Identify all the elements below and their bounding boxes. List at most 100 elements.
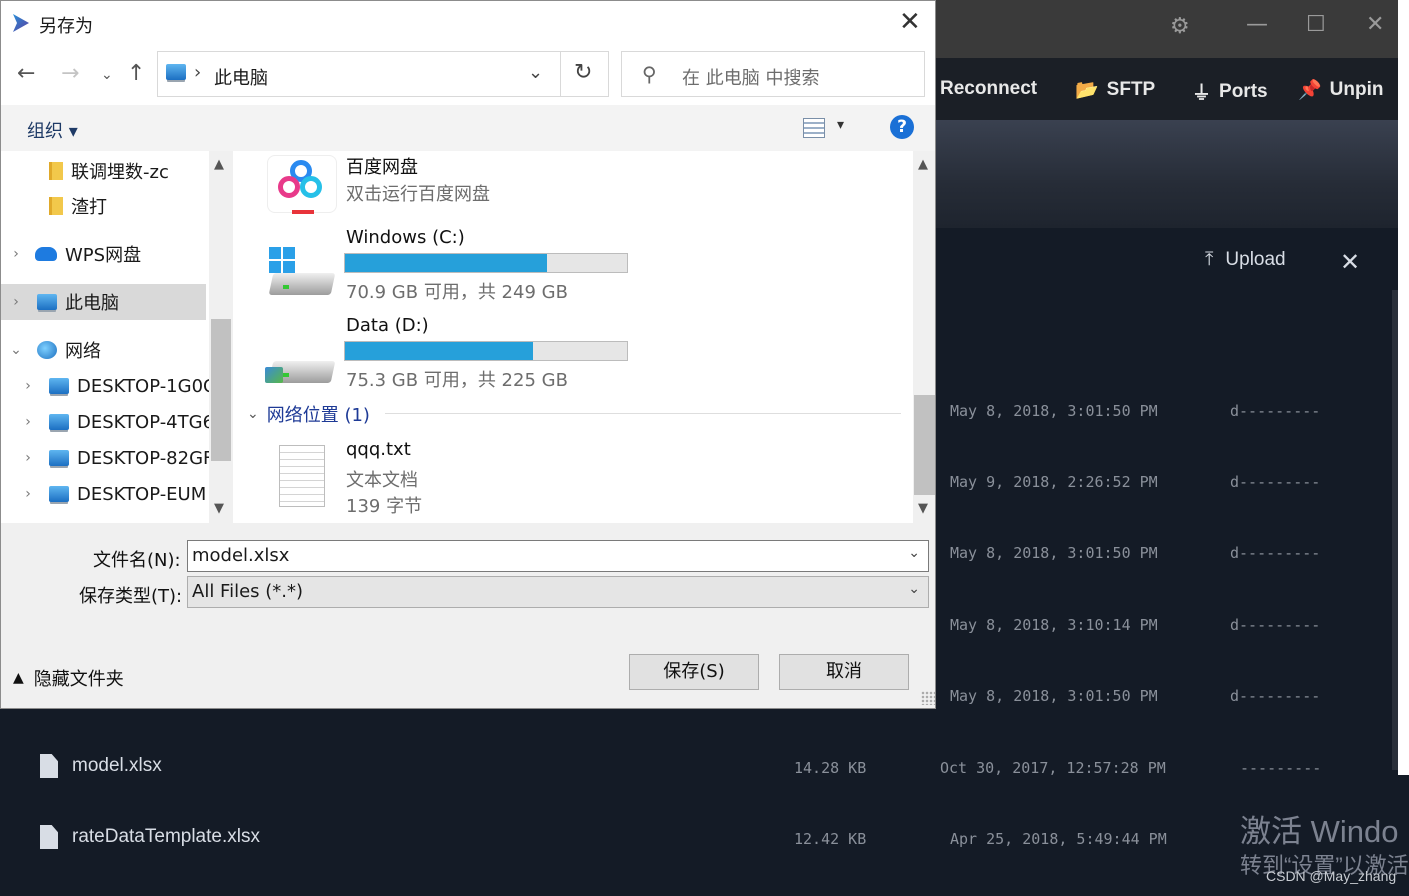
maximize-icon[interactable]: ☐	[1306, 12, 1326, 37]
group-label: 网络位置 (1)	[266, 405, 370, 426]
folder-icon	[49, 162, 63, 180]
expand-chevron-icon[interactable]: ›	[5, 294, 27, 310]
settings-gear-icon[interactable]: ⚙	[1170, 14, 1190, 39]
refresh-icon[interactable]: ↻	[574, 60, 592, 85]
row-perm: d---------	[1230, 402, 1321, 420]
resize-grip-icon[interactable]	[921, 691, 935, 705]
file-icon	[40, 754, 58, 778]
breadcrumb-separator: ›	[194, 62, 202, 83]
chevron-up-icon: ▲	[13, 670, 24, 686]
organize-menu-button[interactable]: 组织 ▾	[27, 117, 78, 143]
network-icon	[37, 341, 57, 359]
content-scroll-thumb[interactable]	[914, 395, 935, 495]
upload-label: Upload	[1225, 249, 1286, 270]
collapse-chevron-icon[interactable]: ⌄	[5, 342, 27, 358]
ports-label: Ports	[1219, 80, 1268, 102]
scroll-up-arrow-icon[interactable]: ▲	[214, 157, 224, 172]
nav-item-network[interactable]: ⌄ 网络	[5, 332, 101, 368]
nav-item-network-pc[interactable]: › DESKTOP-EUM	[17, 476, 206, 512]
ports-button[interactable]: ⏚ Ports	[1192, 78, 1268, 105]
computer-icon	[49, 486, 69, 502]
scroll-down-arrow-icon[interactable]: ▼	[214, 501, 224, 516]
reconnect-button[interactable]: Reconnect	[940, 78, 1037, 100]
save-as-dialog: 另存为 ✕ ← → ⌄ ↑ › 此电脑 ⌄ ↻ ⚲ 在 此电脑 中搜索 组织 ▾…	[0, 0, 936, 709]
expand-chevron-icon[interactable]: ›	[17, 378, 39, 394]
computer-icon	[49, 414, 69, 430]
filetype-value: All Files (*.*)	[192, 581, 304, 602]
close-sftp-panel-icon[interactable]: ✕	[1340, 248, 1360, 276]
sftp-label: SFTP	[1106, 79, 1156, 100]
computer-icon	[166, 64, 186, 80]
row-date: May 8, 2018, 3:01:50 PM	[950, 544, 1158, 562]
drive-name[interactable]: Windows (C:)	[346, 227, 465, 248]
file-name[interactable]: qqq.txt	[346, 439, 411, 460]
hide-folders-toggle[interactable]: ▲ 隐藏文件夹	[13, 665, 124, 691]
expand-chevron-icon[interactable]: ›	[5, 246, 27, 262]
hide-folders-label: 隐藏文件夹	[33, 669, 124, 690]
item-name[interactable]: 百度网盘	[346, 153, 418, 179]
file-size: 139 字节	[346, 496, 423, 517]
unpin-button[interactable]: 📌 Unpin	[1298, 78, 1384, 102]
search-input[interactable]: 在 此电脑 中搜索	[682, 64, 819, 90]
upload-button[interactable]: ⤒ Upload	[1205, 249, 1286, 271]
nav-item-network-pc[interactable]: › DESKTOP-1G0C	[17, 368, 209, 404]
network-locations-group-header[interactable]: ⌄ 网络位置 (1)	[247, 401, 370, 427]
expand-chevron-icon[interactable]: ›	[17, 450, 39, 466]
nav-item-folder[interactable]: 渣打	[27, 188, 107, 224]
file-row-model[interactable]: model.xlsx	[40, 754, 162, 778]
address-dropdown-chevron-icon[interactable]: ⌄	[528, 62, 543, 83]
dialog-title: 另存为	[39, 16, 93, 37]
view-dropdown-chevron-icon[interactable]: ▾	[837, 117, 844, 133]
nav-pane-scroll-thumb[interactable]	[211, 319, 231, 461]
breadcrumb-location[interactable]: 此电脑	[214, 64, 268, 90]
nav-item-label: DESKTOP-1G0C	[77, 375, 209, 397]
address-bar[interactable]: › 此电脑 ⌄ ↻	[157, 51, 609, 97]
text-file-icon	[279, 445, 325, 507]
nav-item-this-pc[interactable]: › 此电脑	[5, 284, 119, 320]
computer-icon	[37, 294, 57, 310]
filetype-select[interactable]: All Files (*.*) ⌄	[187, 576, 929, 608]
back-arrow-icon[interactable]: ←	[17, 61, 35, 86]
address-divider	[560, 52, 561, 96]
row-perm: d---------	[1230, 687, 1321, 705]
file-type: 文本文档	[346, 470, 418, 491]
search-box[interactable]: ⚲ 在 此电脑 中搜索	[621, 51, 925, 97]
filetype-dropdown-chevron-icon[interactable]: ⌄	[908, 581, 920, 597]
row-date: May 9, 2018, 2:26:52 PM	[950, 473, 1158, 491]
close-window-icon[interactable]: ✕	[1366, 12, 1384, 37]
cancel-button[interactable]: 取消	[779, 654, 909, 690]
search-icon: ⚲	[642, 62, 657, 86]
recent-locations-chevron-icon[interactable]: ⌄	[101, 67, 113, 83]
nav-item-network-pc[interactable]: › DESKTOP-4TG6	[17, 404, 209, 440]
nav-item-folder[interactable]: 联调埋数-zc	[27, 153, 169, 189]
file-row-ratedatatemplate[interactable]: rateDataTemplate.xlsx	[40, 825, 260, 849]
forward-arrow-icon[interactable]: →	[61, 61, 79, 86]
scroll-down-arrow-icon[interactable]: ▼	[918, 501, 928, 516]
file-name: rateDataTemplate.xlsx	[72, 826, 260, 847]
drive-name[interactable]: Data (D:)	[346, 315, 429, 336]
nav-item-network-pc[interactable]: › DESKTOP-82GF	[17, 440, 209, 476]
nav-item-wps-cloud[interactable]: › WPS网盘	[5, 236, 141, 272]
file-name: model.xlsx	[72, 755, 162, 776]
change-view-icon[interactable]	[803, 118, 825, 138]
folder-icon	[49, 197, 63, 215]
sftp-scrollbar[interactable]	[1392, 290, 1398, 770]
save-button[interactable]: 保存(S)	[629, 654, 759, 690]
filename-dropdown-chevron-icon[interactable]: ⌄	[908, 545, 920, 561]
dialog-close-icon[interactable]: ✕	[899, 7, 921, 37]
scroll-up-arrow-icon[interactable]: ▲	[918, 157, 928, 172]
sftp-button[interactable]: 📂 SFTP	[1075, 78, 1155, 102]
navigation-pane: 联调埋数-zc 渣打 › WPS网盘 › 此电脑 ⌄ 网络 › DESKTOP-…	[1, 151, 209, 523]
filename-input[interactable]: model.xlsx ⌄	[187, 540, 929, 572]
plug-icon: ⏚	[1192, 83, 1212, 104]
expand-chevron-icon[interactable]: ›	[17, 486, 39, 502]
filename-value: model.xlsx	[192, 545, 290, 566]
up-arrow-icon[interactable]: ↑	[127, 61, 145, 86]
expand-chevron-icon[interactable]: ›	[17, 414, 39, 430]
row-date: May 8, 2018, 3:10:14 PM	[950, 616, 1158, 634]
minimize-icon[interactable]: —	[1246, 12, 1268, 37]
help-icon[interactable]: ?	[890, 115, 914, 139]
nav-item-label: DESKTOP-82GF	[77, 447, 209, 469]
nav-item-label: DESKTOP-4TG6	[77, 411, 209, 433]
filename-label: 文件名(N):	[93, 550, 181, 571]
